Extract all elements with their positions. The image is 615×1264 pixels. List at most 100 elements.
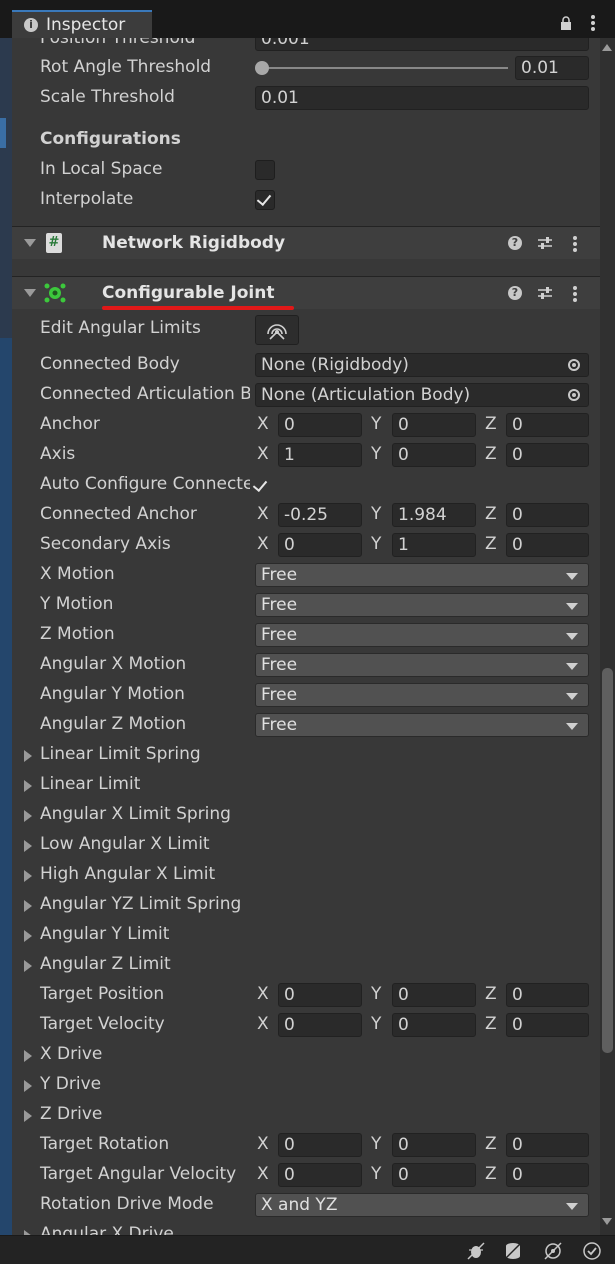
connected-body-field[interactable]: None (Rigidbody) (255, 353, 589, 377)
foldout-high-angular-x-limit[interactable]: High Angular X Limit (12, 860, 600, 890)
configurable-joint-header[interactable]: Configurable Joint ? (12, 276, 600, 309)
foldout-x-drive[interactable]: X Drive (12, 1040, 600, 1070)
expand-arrow-icon[interactable] (24, 1080, 32, 1092)
z-motion-dropdown[interactable]: Free (255, 623, 589, 647)
tab-inspector[interactable]: i Inspector (12, 10, 152, 38)
edit-angular-limits-button[interactable] (255, 315, 299, 345)
angular-y-motion-row: Angular Y Motion Free (12, 680, 600, 710)
secondary-axis-y-input[interactable]: 1 (392, 533, 476, 557)
field-label: Target Velocity (40, 1014, 165, 1034)
network-off-icon[interactable] (543, 1241, 563, 1261)
angular-y-motion-dropdown[interactable]: Free (255, 683, 589, 707)
help-icon[interactable]: ? (508, 286, 522, 300)
foldout-angular-y-limit[interactable]: Angular Y Limit (12, 920, 600, 950)
target-angular-velocity-z-input[interactable]: 0 (506, 1163, 589, 1187)
presets-icon[interactable] (537, 286, 553, 300)
scrollbar-thumb[interactable] (602, 668, 613, 1053)
foldout-angular-yz-limit-spring[interactable]: Angular YZ Limit Spring (12, 890, 600, 920)
target-position-y-input[interactable]: 0 (392, 983, 476, 1007)
foldout-low-angular-x-limit[interactable]: Low Angular X Limit (12, 830, 600, 860)
object-picker-icon[interactable] (568, 359, 580, 371)
target-rotation-y-input[interactable]: 0 (392, 1133, 476, 1157)
anchor-y-input[interactable]: 0 (392, 413, 476, 437)
angular-x-motion-dropdown[interactable]: Free (255, 653, 589, 677)
target-angular-velocity-x-input[interactable]: 0 (278, 1163, 362, 1187)
database-icon[interactable] (503, 1241, 523, 1261)
dropdown-arrow-icon (566, 693, 578, 700)
rotation-drive-mode-dropdown[interactable]: X and YZ (255, 1193, 589, 1217)
anchor-z-input[interactable]: 0 (506, 413, 589, 437)
vertical-scrollbar[interactable] (600, 38, 615, 1235)
lock-icon[interactable] (560, 16, 572, 30)
scroll-down-arrow-icon[interactable] (602, 1218, 612, 1225)
auto-configure-checkbox[interactable] (252, 476, 268, 493)
expand-arrow-icon[interactable] (24, 1110, 32, 1122)
expand-arrow-icon[interactable] (24, 750, 32, 762)
axis-y-input[interactable]: 0 (392, 443, 476, 467)
object-picker-icon[interactable] (568, 389, 580, 401)
kebab-menu-icon[interactable] (572, 285, 578, 303)
field-label: Target Angular Velocity (40, 1164, 237, 1184)
presets-icon[interactable] (537, 236, 553, 250)
secondary-axis-x-input[interactable]: 0 (278, 533, 362, 557)
tab-label: Inspector (46, 15, 126, 35)
target-velocity-x-input[interactable]: 0 (278, 1013, 362, 1037)
y-motion-dropdown[interactable]: Free (255, 593, 589, 617)
foldout-linear-limit[interactable]: Linear Limit (12, 770, 600, 800)
axis-z-input[interactable]: 0 (506, 443, 589, 467)
z-axis-label: Z (485, 534, 497, 554)
foldout-linear-limit-spring[interactable]: Linear Limit Spring (12, 740, 600, 770)
slider-track[interactable] (262, 67, 508, 69)
angular-z-motion-dropdown[interactable]: Free (255, 713, 589, 737)
expand-arrow-icon[interactable] (24, 960, 32, 972)
target-rotation-x-input[interactable]: 0 (278, 1133, 362, 1157)
expand-arrow-icon[interactable] (24, 780, 32, 792)
connected-articulation-body-field[interactable]: None (Articulation Body) (255, 383, 589, 407)
collapse-arrow-icon[interactable] (24, 289, 36, 297)
help-icon[interactable]: ? (508, 236, 522, 250)
expand-arrow-icon[interactable] (24, 840, 32, 852)
target-velocity-z-input[interactable]: 0 (506, 1013, 589, 1037)
connected-anchor-y-input[interactable]: 1.984 (392, 503, 476, 527)
position-threshold-input[interactable]: 0.001 (255, 38, 589, 51)
scale-threshold-row: Scale Threshold 0.01 (12, 83, 600, 113)
target-position-z-input[interactable]: 0 (506, 983, 589, 1007)
secondary-axis-z-input[interactable]: 0 (506, 533, 589, 557)
foldout-angular-x-limit-spring[interactable]: Angular X Limit Spring (12, 800, 600, 830)
kebab-menu-icon[interactable] (572, 235, 578, 253)
target-angular-velocity-y-input[interactable]: 0 (392, 1163, 476, 1187)
expand-arrow-icon[interactable] (24, 870, 32, 882)
target-velocity-y-input[interactable]: 0 (392, 1013, 476, 1037)
rot-angle-threshold-input[interactable]: 0.01 (515, 56, 589, 80)
y-axis-label: Y (371, 414, 382, 434)
expand-arrow-icon[interactable] (24, 810, 32, 822)
target-rotation-z-input[interactable]: 0 (506, 1133, 589, 1157)
foldout-y-drive[interactable]: Y Drive (12, 1070, 600, 1100)
slider-handle[interactable] (255, 61, 269, 75)
check-circle-icon[interactable] (582, 1241, 602, 1261)
z-axis-label: Z (485, 1014, 497, 1034)
axis-x-input[interactable]: 1 (278, 443, 362, 467)
foldout-z-drive[interactable]: Z Drive (12, 1100, 600, 1130)
connected-anchor-x-input[interactable]: -0.25 (278, 503, 362, 527)
expand-arrow-icon[interactable] (24, 900, 32, 912)
x-motion-dropdown[interactable]: Free (255, 563, 589, 587)
anchor-x-input[interactable]: 0 (278, 413, 362, 437)
collapse-arrow-icon[interactable] (24, 239, 36, 247)
field-label: Anchor (40, 414, 100, 434)
in-local-space-checkbox[interactable] (255, 160, 275, 180)
scroll-up-arrow-icon[interactable] (602, 44, 612, 51)
bug-icon[interactable] (466, 1241, 486, 1261)
kebab-menu-icon[interactable] (590, 14, 596, 32)
interpolate-checkbox[interactable] (255, 190, 275, 210)
network-rigidbody-header[interactable]: # Network Rigidbody ? (12, 226, 600, 259)
connected-anchor-z-input[interactable]: 0 (506, 503, 589, 527)
target-rotation-row: Target Rotation X 0 Y 0 Z 0 (12, 1130, 600, 1160)
expand-arrow-icon[interactable] (24, 1050, 32, 1062)
foldout-label: High Angular X Limit (40, 864, 216, 884)
foldout-angular-z-limit[interactable]: Angular Z Limit (12, 950, 600, 980)
foldout-angular-x-drive[interactable]: Angular X Drive (12, 1220, 600, 1235)
target-position-x-input[interactable]: 0 (278, 983, 362, 1007)
expand-arrow-icon[interactable] (24, 930, 32, 942)
scale-threshold-input[interactable]: 0.01 (255, 86, 589, 110)
